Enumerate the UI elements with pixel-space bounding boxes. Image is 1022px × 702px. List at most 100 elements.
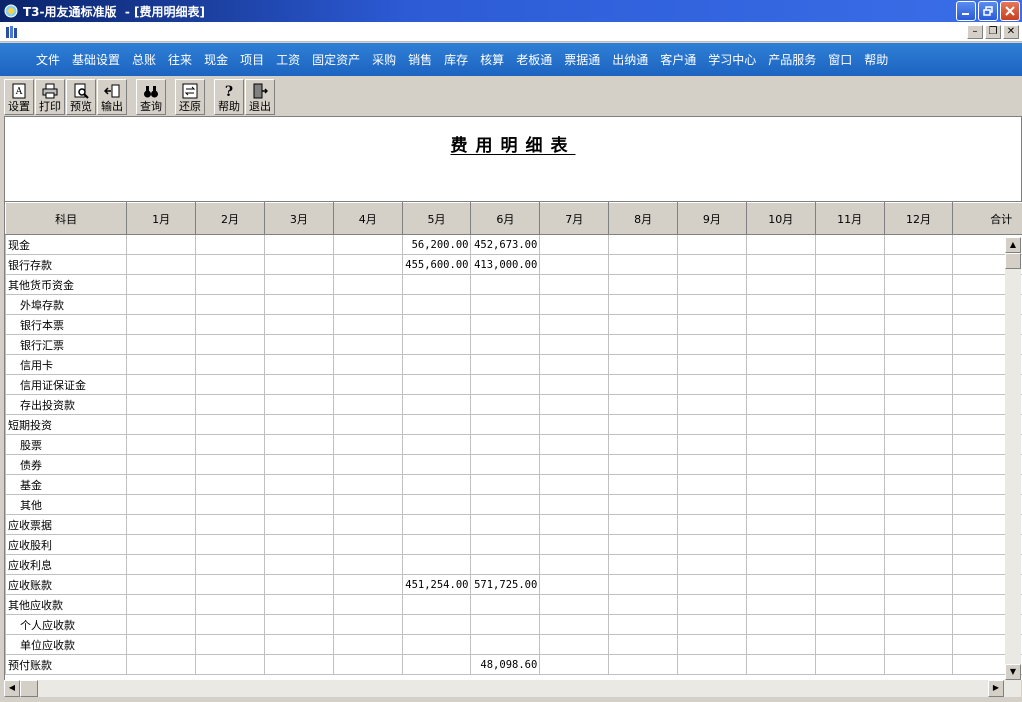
value-cell [470, 414, 541, 435]
value-cell [883, 234, 954, 255]
table-row[interactable]: 银行存款455,600.00413,000.00868, [5, 254, 1022, 275]
restore-window-button[interactable] [978, 1, 998, 21]
menu-item[interactable]: 销售 [402, 51, 438, 68]
table-row[interactable]: 应收票据 [5, 514, 1022, 535]
restore-button[interactable]: 还原 [175, 79, 205, 115]
value-cell [814, 314, 885, 335]
value-cell [332, 234, 403, 255]
menu-item[interactable]: 固定资产 [306, 51, 366, 68]
column-header[interactable]: 科目 [5, 202, 128, 235]
print-button[interactable]: 打印 [35, 79, 65, 115]
close-button[interactable] [1000, 1, 1020, 21]
table-row[interactable]: 个人应收款 [5, 614, 1022, 635]
table-row[interactable]: 应收账款451,254.00571,725.001,022, [5, 574, 1022, 595]
table-row[interactable]: 应收利息 [5, 554, 1022, 575]
menu-item[interactable]: 总账 [126, 51, 162, 68]
column-header[interactable]: 7月 [539, 202, 610, 235]
exit-icon [253, 83, 268, 99]
table-row[interactable]: 预付账款48,098.6048, [5, 654, 1022, 675]
value-cell [745, 634, 816, 655]
table-row[interactable]: 基金 [5, 474, 1022, 495]
menu-item[interactable]: 库存 [438, 51, 474, 68]
preview-button[interactable]: 预览 [66, 79, 96, 115]
menu-item[interactable]: 工资 [270, 51, 306, 68]
setup-button[interactable]: A 设置 [4, 79, 34, 115]
subject-cell: 现金 [5, 234, 128, 255]
column-header[interactable]: 3月 [263, 202, 334, 235]
table-row[interactable]: 其他货币资金 [5, 274, 1022, 295]
value-cell [745, 374, 816, 395]
menu-item[interactable]: 帮助 [858, 51, 894, 68]
menu-item[interactable]: 学习中心 [702, 51, 762, 68]
menu-item[interactable]: 现金 [198, 51, 234, 68]
menu-item[interactable]: 基础设置 [66, 51, 126, 68]
table-row[interactable]: 信用证保证金 [5, 374, 1022, 395]
table-row[interactable]: 应收股利 [5, 534, 1022, 555]
menu-item[interactable]: 老板通 [510, 51, 558, 68]
document-close-button[interactable]: ✕ [1003, 25, 1019, 39]
value-cell [608, 374, 678, 395]
table-row[interactable]: 现金56,200.00452,673.00508, [5, 234, 1022, 255]
vertical-scrollbar[interactable]: ▲ ▼ [1005, 237, 1021, 680]
menu-item[interactable]: 往来 [162, 51, 198, 68]
value-cell [539, 334, 610, 355]
table-row[interactable]: 银行本票 [5, 314, 1022, 335]
restore-icon [983, 6, 993, 16]
scroll-up-button[interactable]: ▲ [1005, 237, 1021, 253]
table-row[interactable]: 其他 [5, 494, 1022, 515]
value-cell [608, 254, 678, 275]
document-minimize-button[interactable]: – [967, 25, 983, 39]
vertical-scroll-thumb[interactable] [1005, 253, 1021, 269]
menu-item[interactable]: 文件 [30, 51, 66, 68]
export-button[interactable]: 输出 [97, 79, 127, 115]
column-header[interactable]: 8月 [608, 202, 678, 235]
value-cell [401, 474, 472, 495]
value-cell [332, 494, 403, 515]
table-row[interactable]: 单位应收款 [5, 634, 1022, 655]
scroll-left-button[interactable]: ◀ [4, 680, 20, 697]
menu-item[interactable]: 采购 [366, 51, 402, 68]
horizontal-scroll-thumb[interactable] [20, 680, 38, 697]
menu-item[interactable]: 产品服务 [762, 51, 822, 68]
table-row[interactable]: 短期投资 [5, 414, 1022, 435]
menu-item[interactable]: 票据通 [558, 51, 606, 68]
column-header[interactable]: 2月 [195, 202, 265, 235]
column-header[interactable]: 11月 [814, 202, 885, 235]
column-header[interactable]: 合计 [952, 202, 1022, 235]
query-label: 查询 [140, 100, 162, 113]
value-cell [401, 274, 472, 295]
value-cell [401, 294, 472, 315]
query-button[interactable]: 查询 [136, 79, 166, 115]
column-header[interactable]: 10月 [745, 202, 816, 235]
table-row[interactable]: 其他应收款 [5, 594, 1022, 615]
table-row[interactable]: 信用卡 [5, 354, 1022, 375]
table-row[interactable]: 外埠存款 [5, 294, 1022, 315]
exit-button[interactable]: 退出 [245, 79, 275, 115]
menu-item[interactable]: 客户通 [654, 51, 702, 68]
exit-label: 退出 [249, 100, 271, 113]
menu-item[interactable]: 项目 [234, 51, 270, 68]
scroll-right-button[interactable]: ▶ [988, 680, 1004, 697]
column-header[interactable]: 6月 [470, 202, 541, 235]
column-header[interactable]: 9月 [677, 202, 747, 235]
minimize-button[interactable] [956, 1, 976, 21]
menu-item[interactable]: 出纳通 [606, 51, 654, 68]
value-cell [814, 274, 885, 295]
table-row[interactable]: 存出投资款 [5, 394, 1022, 415]
scroll-down-button[interactable]: ▼ [1005, 664, 1021, 680]
menu-item[interactable]: 窗口 [822, 51, 858, 68]
column-header[interactable]: 4月 [332, 202, 403, 235]
help-button[interactable]: ? 帮助 [214, 79, 244, 115]
menu-item[interactable]: 核算 [474, 51, 510, 68]
column-header[interactable]: 12月 [883, 202, 954, 235]
value-cell [401, 514, 472, 535]
table-row[interactable]: 债券 [5, 454, 1022, 475]
column-header[interactable]: 1月 [126, 202, 197, 235]
document-restore-button[interactable]: ❐ [985, 25, 1001, 39]
value-cell [470, 374, 541, 395]
horizontal-scrollbar[interactable]: ◀ ▶ [4, 680, 1021, 697]
table-row[interactable]: 股票 [5, 434, 1022, 455]
table-row[interactable]: 银行汇票 [5, 334, 1022, 355]
value-cell [263, 574, 334, 595]
column-header[interactable]: 5月 [401, 202, 472, 235]
